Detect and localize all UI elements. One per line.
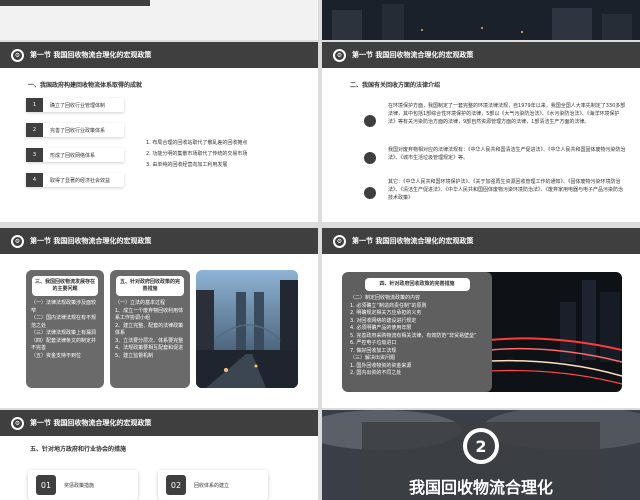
- gear-icon: ⚙: [333, 234, 346, 248]
- measures-card: 四、针对政府回收政策的完善措施 （二）制定回收物流政策的内容 1. 必须确立“制…: [342, 272, 492, 392]
- light-trails-photo: [472, 272, 622, 392]
- law-icon: [364, 187, 376, 199]
- measure-box: 02 回收体系的建立: [158, 470, 268, 500]
- card-title: 五、针对政府回收政策的完善措施: [116, 276, 184, 296]
- section-number-icon: 2: [463, 428, 499, 464]
- paragraph: 在环境保护方面，我国制定了一套完整的环境法律法规，自1979年以来，我国全国人大…: [388, 103, 626, 125]
- card-title: 三、我国回收物流发展存在的主要问题: [32, 276, 98, 296]
- header-title: 第一节 我国回收物流合理化的宏观政策: [352, 51, 474, 59]
- slide-3: ⚙ 第一节 我国回收物流合理化的宏观政策 三、我国回收物流发展存在的主要问题 （一…: [0, 228, 318, 408]
- note-line: 3. 由单纯的回收经营向加工利用发展: [146, 162, 228, 168]
- slide-header: ⚙ 第一节 我国回收物流合理化的宏观政策: [322, 228, 640, 254]
- slide-6: 2 我国回收物流合理化: [322, 410, 640, 500]
- bridge-photo: [196, 270, 298, 388]
- law-icon: [364, 115, 376, 127]
- paragraph: 其它：《中华人民共和国环境保护法》、《关于加强再生资源回收管理工作的通知》、《固…: [388, 179, 624, 201]
- card-title: 四、针对政府回收政策的完善措施: [364, 278, 470, 291]
- header-title: 第一节 我国回收物流合理化的宏观政策: [30, 237, 152, 245]
- gear-icon: ⚙: [11, 48, 24, 62]
- section-subtitle: 二、我国有关回收方面的法律介绍: [350, 82, 441, 89]
- city-lights-illustration: [472, 272, 622, 392]
- section-subtitle: 五、针对地方政府和行业协会的措施: [30, 446, 127, 453]
- list-item: 4 取得了显著的经济社会效益: [26, 173, 124, 187]
- section-subtitle: 一、我国政府构建回收物流体系取得的成就: [28, 82, 143, 89]
- gear-icon: ⚙: [11, 234, 24, 248]
- slide-header: ⚙ 第一节 我国回收物流合理化的宏观政策: [0, 228, 318, 254]
- slide-header: ⚙ 第一节 我国回收物流合理化的宏观政策: [0, 42, 318, 68]
- paragraph: 我国对废弃物相对应的法律法规有：《中华人民共和国清洁生产促进法》、《中华人民共和…: [388, 147, 626, 161]
- top-strip-right: [322, 0, 640, 40]
- list-item: 3 形成了回收网络体系: [26, 148, 124, 162]
- gear-icon: ⚙: [333, 48, 346, 62]
- list-item: 2 完善了回收行业政策体系: [26, 123, 124, 137]
- bridge-illustration: [196, 270, 298, 388]
- top-strip-left: [0, 0, 318, 40]
- slide-header: ⚙ 第一节 我国回收物流合理化的宏观政策: [0, 410, 318, 436]
- note-line: 1. 布局合理的回收站取代了散乱差的回收摊点: [146, 140, 248, 146]
- problems-card: 三、我国回收物流发展存在的主要问题 （一）法律法规政策涉及面较窄 （二）国内法律…: [26, 270, 104, 388]
- section-title: 我国回收物流合理化: [408, 478, 553, 497]
- header-title: 第一节 我国回收物流合理化的宏观政策: [352, 237, 474, 245]
- note-line: 2. 功能分明的集散市场取代了传统的交易市场: [146, 151, 248, 157]
- measures-card: 五、针对政府回收政策的完善措施 （一）立法的基本过程 1、成立一个废弃物回收利用…: [110, 270, 190, 388]
- slide-2: ⚙ 第一节 我国回收物流合理化的宏观政策 二、我国有关回收方面的法律介绍 在环境保…: [322, 42, 640, 222]
- list-item: 1 确立了回收行业管理体制: [26, 98, 124, 112]
- slide-5: ⚙ 第一节 我国回收物流合理化的宏观政策 五、针对地方政府和行业协会的措施 01 奖…: [0, 410, 318, 500]
- slide-header: ⚙ 第一节 我国回收物流合理化的宏观政策: [322, 42, 640, 68]
- gear-icon: ⚙: [11, 416, 24, 430]
- slide-1: ⚙ 第一节 我国回收物流合理化的宏观政策 一、我国政府构建回收物流体系取得的成就 …: [0, 42, 318, 222]
- header-title: 第一节 我国回收物流合理化的宏观政策: [30, 51, 152, 59]
- measure-box: 01 奖惩政策措施: [28, 470, 138, 500]
- slide-4: ⚙ 第一节 我国回收物流合理化的宏观政策 四、针对政府回收政策的完善措施 （二）制…: [322, 228, 640, 408]
- city-skyline-illustration: [322, 0, 640, 40]
- law-icon: [364, 152, 376, 164]
- header-title: 第一节 我国回收物流合理化的宏观政策: [30, 419, 152, 427]
